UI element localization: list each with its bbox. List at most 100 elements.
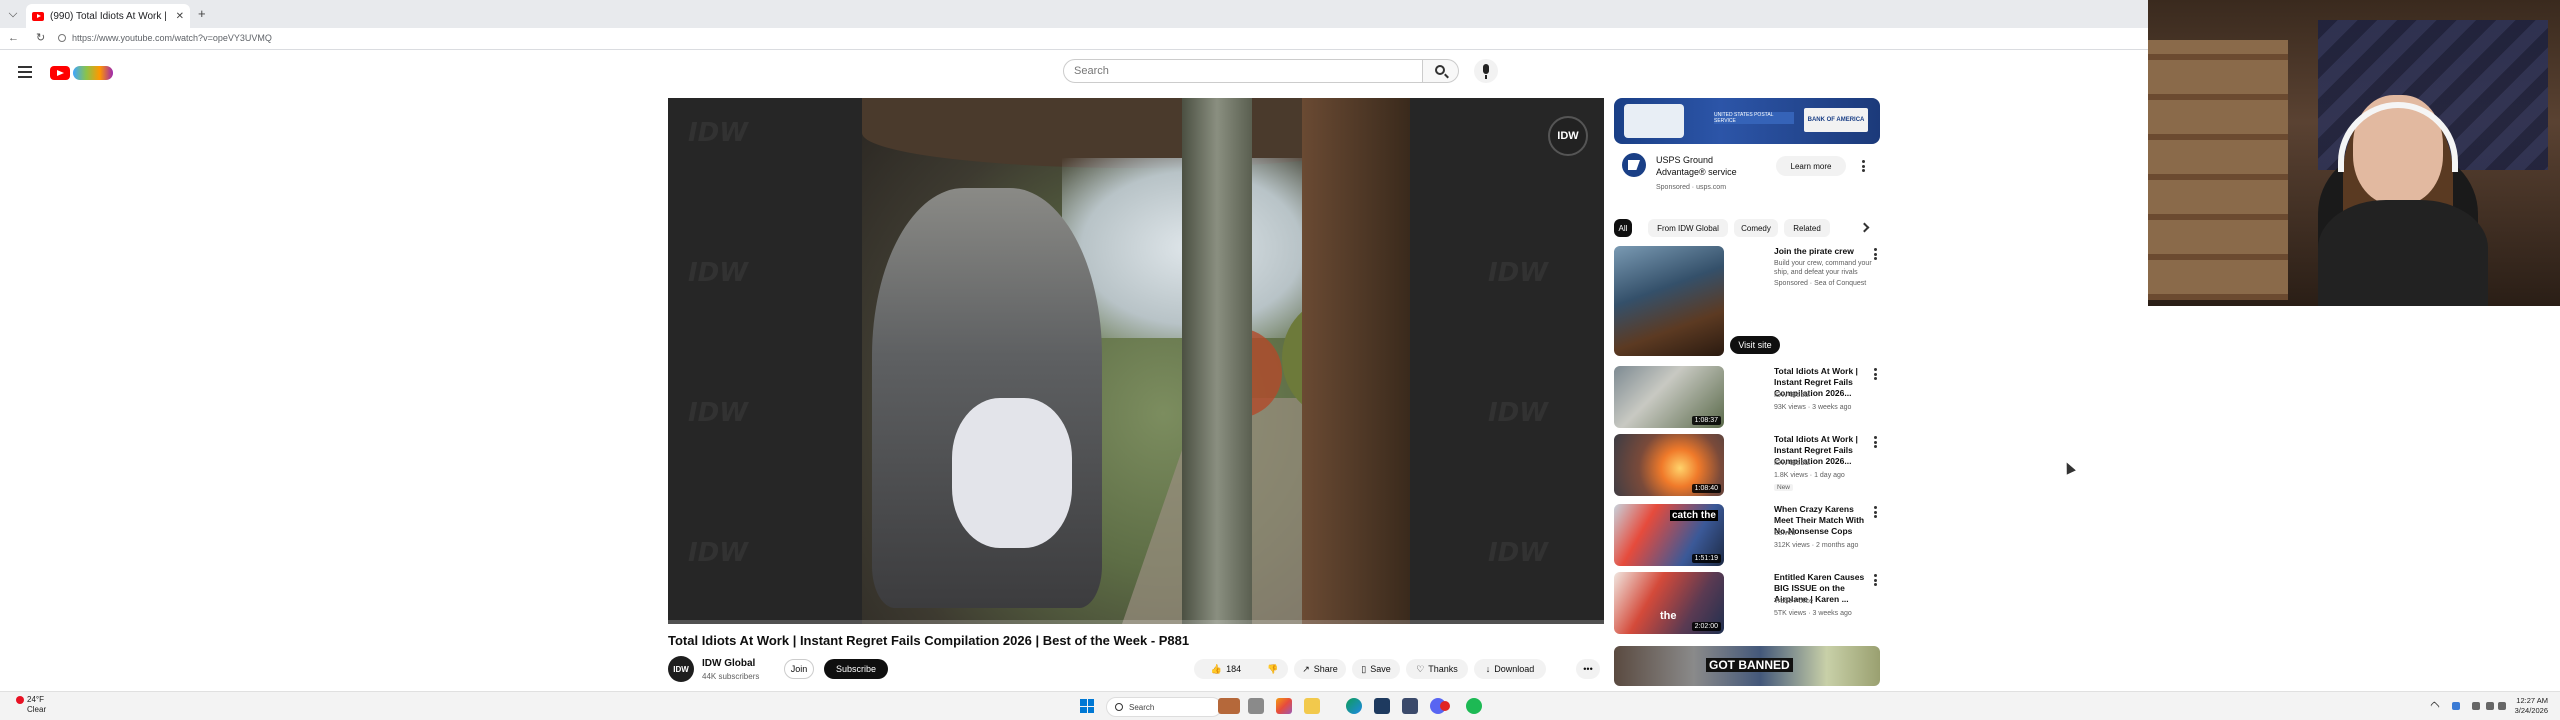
ad-title[interactable]: USPS Ground Advantage® service: [1656, 154, 1752, 178]
list-item[interactable]: Join the pirate crew Build your crew, co…: [1614, 246, 1886, 358]
like-count: 184: [1226, 664, 1242, 674]
video-player[interactable]: IDW IDW IDW IDW IDW IDW IDW IDW: [668, 98, 1604, 624]
search-placeholder: Search: [1074, 65, 1109, 77]
taskbar-color-app-icon[interactable]: [1276, 698, 1292, 714]
save-label: Save: [1370, 664, 1391, 674]
player-watermark: IDW: [688, 258, 748, 288]
site-info-icon[interactable]: [58, 34, 66, 42]
chips-next-chevron-icon[interactable]: [1858, 220, 1870, 234]
rec-channel[interactable]: Trade Police: [1774, 598, 1813, 605]
taskbar-spotify-icon[interactable]: [1466, 698, 1482, 714]
taskbar-folder-icon[interactable]: [1304, 698, 1320, 714]
visit-site-button[interactable]: Visit site: [1730, 336, 1780, 354]
tab-close-icon[interactable]: ✕: [176, 11, 184, 22]
rec-channel[interactable]: IDW Global: [1774, 392, 1810, 399]
dislike-button[interactable]: 👎: [1258, 659, 1288, 679]
rec-meta: 93K views · 3 weeks ago: [1774, 404, 1852, 411]
tab-list-chevron-icon[interactable]: [8, 8, 18, 18]
thanks-button[interactable]: ♡ Thanks: [1406, 659, 1468, 679]
channel-name[interactable]: IDW Global: [702, 658, 755, 669]
channel-watermark-badge[interactable]: IDW: [1548, 116, 1588, 156]
list-item[interactable]: the 2:02:00 Entitled Karen Causes BIG IS…: [1614, 572, 1886, 636]
channel-avatar[interactable]: IDW: [668, 656, 694, 682]
list-item[interactable]: 1:08:40 Total Idiots At Work | Instant R…: [1614, 434, 1886, 498]
subscriber-count: 44K subscribers: [702, 672, 760, 681]
taskbar-file-explorer-icon[interactable]: [1248, 698, 1264, 714]
youtube-favicon-icon: [32, 11, 44, 21]
search-button[interactable]: [1423, 59, 1459, 83]
video-duration: 1:08:40: [1691, 484, 1721, 493]
video-frame: [862, 98, 1410, 624]
player-watermark: IDW: [1488, 258, 1548, 288]
download-button[interactable]: ↓ Download: [1474, 659, 1546, 679]
video-thumbnail[interactable]: 1:08:37: [1614, 366, 1724, 428]
list-item[interactable]: 1:08:37 Total Idiots At Work | Instant R…: [1614, 366, 1886, 430]
bookmark-icon: ▯: [1361, 663, 1367, 674]
mouse-cursor-icon: [2062, 460, 2076, 475]
subscribe-button[interactable]: Subscribe: [824, 659, 888, 679]
tab-title: (990) Total Idiots At Work | In...: [50, 10, 170, 22]
rec-menu-kebab-icon[interactable]: [1874, 368, 1878, 380]
tray-network-icon[interactable]: [2452, 702, 2460, 710]
rec-menu-kebab-icon[interactable]: [1874, 506, 1878, 518]
browser-tab-youtube[interactable]: (990) Total Idiots At Work | In... ✕: [26, 4, 190, 28]
taskbar-search[interactable]: Search: [1106, 697, 1222, 717]
video-thumbnail[interactable]: 1:08:40: [1614, 434, 1724, 496]
list-item[interactable]: catch the 1:51:19 When Crazy Karens Meet…: [1614, 504, 1886, 568]
rec-channel[interactable]: IDW Global: [1774, 460, 1810, 467]
rec-menu-kebab-icon[interactable]: [1874, 248, 1878, 260]
video-thumbnail[interactable]: [1614, 246, 1724, 356]
share-label: Share: [1313, 664, 1338, 674]
download-icon: ↓: [1485, 664, 1491, 674]
rec-menu-kebab-icon[interactable]: [1874, 436, 1878, 448]
voice-search-mic-icon[interactable]: [1474, 59, 1498, 83]
weather-icon: [16, 695, 24, 704]
chip-all[interactable]: All: [1614, 219, 1632, 237]
search-input[interactable]: Search: [1063, 59, 1423, 83]
chip-comedy[interactable]: Comedy: [1734, 219, 1778, 237]
system-clock[interactable]: 12:27 AM 3/24/2026: [2515, 696, 2548, 716]
more-actions-button[interactable]: •••: [1576, 659, 1600, 679]
windows-start-icon[interactable]: [1080, 699, 1094, 713]
video-thumbnail[interactable]: the 2:02:00: [1614, 572, 1724, 634]
rec-menu-kebab-icon[interactable]: [1874, 574, 1878, 586]
video-thumbnail[interactable]: GOT BANNED: [1614, 646, 1880, 686]
reload-icon[interactable]: ↻: [36, 31, 45, 44]
new-tab-button[interactable]: +: [198, 6, 206, 21]
taskbar-edge-icon[interactable]: [1346, 698, 1362, 714]
chip-related[interactable]: Related: [1784, 219, 1830, 237]
tray-wifi-icon[interactable]: [2486, 702, 2494, 710]
url-field[interactable]: https://www.youtube.com/watch?v=opeVY3UV…: [72, 33, 272, 43]
video-thumbnail[interactable]: catch the 1:51:19: [1614, 504, 1724, 566]
browser-tab-bar: (990) Total Idiots At Work | In... ✕ +: [0, 0, 2148, 28]
taskbar-app-icon[interactable]: [1402, 698, 1418, 714]
taskbar-news-icon[interactable]: [1218, 698, 1240, 714]
player-watermark: IDW: [1488, 538, 1548, 568]
tray-volume-icon[interactable]: [2498, 702, 2506, 710]
tray-chevron-icon[interactable]: [2430, 701, 2440, 711]
hamburger-menu-icon[interactable]: [18, 66, 32, 78]
usps-logo-icon[interactable]: [1622, 153, 1646, 177]
progress-bar[interactable]: [668, 620, 1604, 624]
chip-from-channel[interactable]: From IDW Global: [1648, 219, 1728, 237]
thumbnail-caption: GOT BANNED: [1706, 658, 1793, 672]
rec-channel[interactable]: Solved: [1774, 530, 1795, 537]
youtube-logo[interactable]: [50, 64, 114, 82]
player-watermark: IDW: [688, 398, 748, 428]
back-arrow-icon[interactable]: ←: [8, 32, 19, 44]
thumbs-up-icon: 👍: [1210, 663, 1223, 674]
join-button[interactable]: Join: [784, 659, 814, 679]
ad-menu-kebab-icon[interactable]: [1862, 160, 1866, 172]
rec-sponsored: Sponsored · Sea of Conquest: [1774, 280, 1867, 287]
taskbar-store-icon[interactable]: [1374, 698, 1390, 714]
learn-more-button[interactable]: Learn more: [1776, 156, 1846, 176]
share-button[interactable]: ↗ Share: [1294, 659, 1346, 679]
tray-display-icon[interactable]: [2472, 702, 2480, 710]
list-item[interactable]: GOT BANNED: [1614, 646, 1886, 686]
weather-widget[interactable]: 24°F Clear: [16, 695, 46, 715]
ad-banner-image[interactable]: UNITED STATES POSTAL SERVICE BANK OF AME…: [1614, 98, 1880, 144]
save-button[interactable]: ▯ Save: [1352, 659, 1400, 679]
taskbar-recording-app-icon[interactable]: [1440, 701, 1450, 711]
like-button[interactable]: 👍 184: [1194, 659, 1258, 679]
player-watermark: IDW: [688, 538, 748, 568]
